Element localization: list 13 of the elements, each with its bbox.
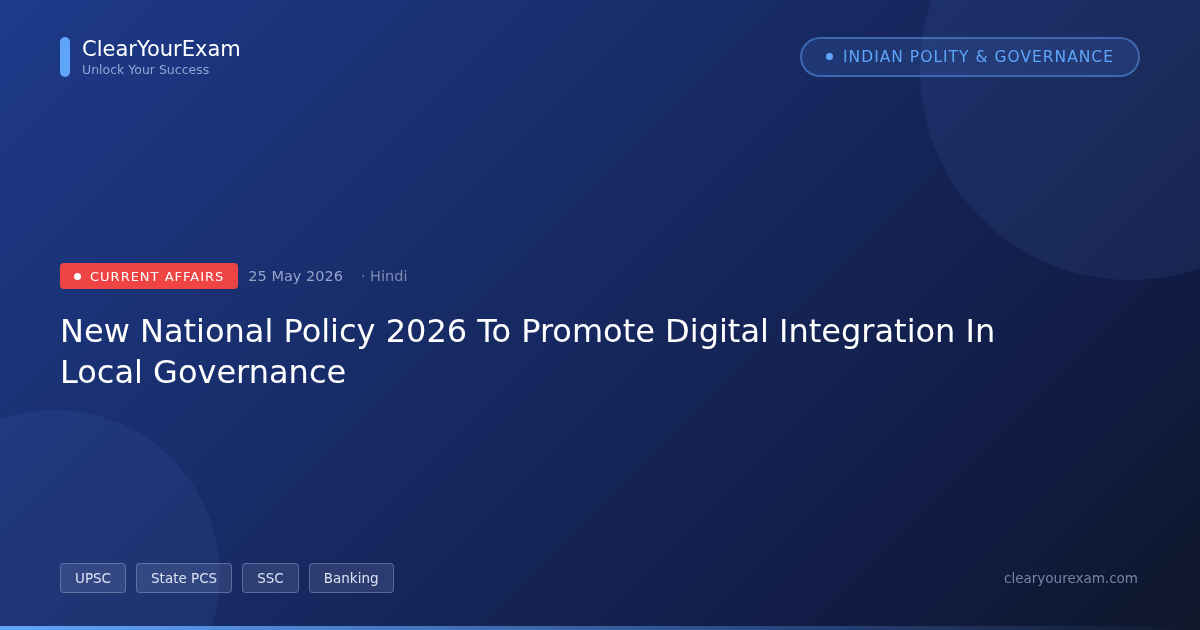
exam-tag: Banking <box>308 563 394 593</box>
brand-tagline: Unlock Your Success <box>82 62 211 77</box>
website: clearyourexam.com <box>1004 570 1138 586</box>
date: 25 May 2026 <box>248 268 343 284</box>
category-pill: INDIAN POLITY & GOVERNANCE <box>800 36 1140 77</box>
language: · Hindi <box>360 268 408 284</box>
exam-tag: UPSC <box>60 563 127 593</box>
exam-tag: SSC <box>242 563 299 593</box>
brand-accent-bar <box>60 36 70 77</box>
category-badge: CURRENT AFFAIRS <box>60 263 239 289</box>
exam-tag: State PCS <box>136 563 233 593</box>
article-title: New National Policy 2026 To Promote Digital Integration In Local Governance <box>60 311 997 393</box>
brand-name: ClearYourExam <box>82 36 241 62</box>
